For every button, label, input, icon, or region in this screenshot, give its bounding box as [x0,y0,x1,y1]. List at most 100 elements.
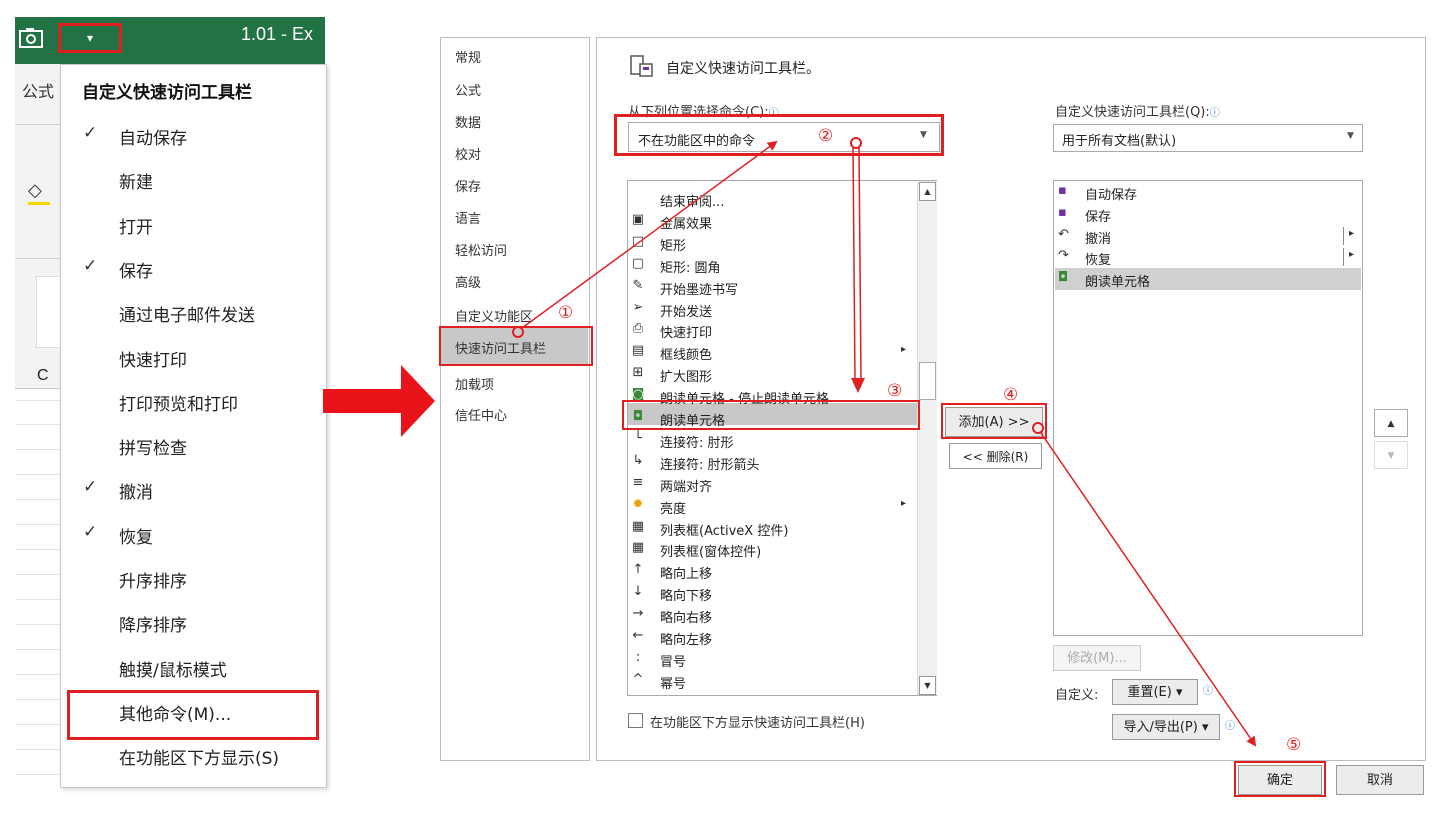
separator [1343,248,1344,267]
border-color-icon: ▤ [631,343,645,359]
submenu-arrow-icon[interactable]: ▸ [1349,228,1354,239]
command-list-item[interactable]: □ 矩形 [628,232,917,254]
command-list-item[interactable]: ^ 幂号 [628,670,917,692]
redo-icon: ↷ [1058,248,1069,264]
checkmark-icon: ✓ [83,521,98,542]
menu-item[interactable]: 打开 [61,202,323,246]
nav-item[interactable]: 自定义功能区 [455,306,533,325]
menu-item-label: 通过电子邮件发送 [119,306,255,327]
camera-icon[interactable] [18,26,44,50]
step-label-2: ② [818,126,834,146]
menu-item-label: 在功能区下方显示(S) [119,749,280,770]
checkmark-icon: ✓ [83,255,98,276]
command-list-item[interactable]: ⎙ 快速打印 [628,319,917,341]
commands-scrollbar[interactable] [917,181,937,695]
command-list-item[interactable]: ✎ 开始墨迹书写 [628,276,917,298]
command-list-item[interactable]: : 冒号 [628,648,917,670]
nav-item[interactable]: 常规 [455,47,481,66]
command-label: 列表框(ActiveX 控件) [660,523,789,539]
command-list-item[interactable]: 结束审阅... [628,188,917,210]
menu-item[interactable]: 升序排序 [61,556,323,600]
remove-button[interactable]: << 删除(R) [949,443,1042,469]
command-label: 开始发送 [660,304,713,320]
menu-item[interactable]: ✓ 保存 [61,246,323,290]
command-list-item[interactable]: └ 连接符: 肘形 [628,429,917,451]
nav-item[interactable]: 公式 [455,80,481,99]
nav-item[interactable]: 加载项 [455,374,494,393]
nav-item[interactable]: 轻松访问 [455,240,507,259]
command-list-item[interactable]: ↓ 略向下移 [628,582,917,604]
command-label: 连接符: 肘形 [660,435,734,451]
toolbar-list-item[interactable]: ↶ 撤消 ▸ [1055,225,1361,247]
command-list-item[interactable]: ⊞ 扩大图形 [628,363,917,385]
menu-item[interactable]: ✓ 撤消 [61,467,323,511]
colon-icon: : [635,649,641,665]
modify-button[interactable]: 修改(M)... [1053,645,1141,671]
command-list-item[interactable]: ▦ 列表框(ActiveX 控件) [628,517,917,539]
column-header-c[interactable]: C [37,367,49,385]
command-list-item[interactable]: ✹ 亮度 ▸ [628,495,917,517]
menu-item[interactable]: 触摸/鼠标模式 [61,645,323,689]
scroll-up-arrow-icon[interactable]: ▲ [919,182,936,201]
nav-item[interactable]: 数据 [455,112,481,131]
command-list-item[interactable]: ▤ 框线颜色 ▸ [628,341,917,363]
scroll-down-arrow-icon[interactable]: ▼ [919,676,936,695]
nav-item[interactable]: 校对 [455,144,481,163]
menu-item[interactable]: 降序排序 [61,600,323,644]
command-list-item[interactable]: ↳ 连接符: 肘形箭头 [628,451,917,473]
reset-dropdown-button[interactable]: 重置(E) ▾ [1112,679,1198,705]
elbow-arrow-connector-icon: ↳ [632,452,644,468]
info-icon[interactable]: ⓘ [1203,682,1213,697]
command-list-item[interactable]: ▦ 列表框(窗体控件) [628,538,917,560]
cancel-button[interactable]: 取消 [1336,765,1424,795]
menu-item-label: 打印预览和打印 [119,394,238,415]
ink-pen-icon: ✎ [632,277,644,293]
ribbon-divider [15,124,63,125]
toolbar-list-item[interactable]: ↷ 恢复 ▸ [1055,246,1361,268]
menu-item[interactable]: 拼写检查 [61,423,323,467]
command-list-item[interactable]: ▢ 矩形: 圆角 [628,254,917,276]
toolbar-list-item[interactable]: ▪ 自动保存 [1055,181,1361,203]
command-list-item[interactable]: ↑ 略向上移 [628,560,917,582]
menu-item-label: 快速打印 [119,350,187,371]
menu-item[interactable]: ✓ 恢复 [61,512,323,556]
customize-toolbar-value[interactable]: 用于所有文档(默认) [1062,130,1176,149]
command-list-item[interactable]: → 略向右移 [628,604,917,626]
command-label: 略向右移 [660,611,713,627]
command-list-item[interactable]: ← 略向左移 [628,626,917,648]
info-icon[interactable]: ⓘ [1225,717,1235,732]
import-export-dropdown-button[interactable]: 导入/导出(P) ▾ [1112,714,1220,740]
command-list-item[interactable]: ≡ 两端对齐 [628,473,917,495]
nudge-up-icon: ↑ [632,562,644,578]
submenu-arrow-icon[interactable]: ▸ [1349,249,1354,260]
chevron-down-icon[interactable]: ▼ [1347,131,1354,141]
scrollbar-thumb[interactable] [919,362,936,400]
toolbar-list-item[interactable]: ◘ 朗读单元格 [1055,268,1361,290]
menu-item-label: 拼写检查 [119,439,187,460]
menu-item[interactable]: 打印预览和打印 [61,379,323,423]
highlight-box-nav-qat [439,326,593,366]
qat-customize-dropdown-button[interactable]: ▾ [58,23,122,53]
show-below-ribbon-label[interactable]: 在功能区下方显示快速访问工具栏(H) [650,712,865,731]
nav-item[interactable]: 高级 [455,272,481,291]
menu-item[interactable]: 新建 [61,157,323,201]
info-icon[interactable]: ⓘ [1210,108,1220,119]
move-up-button[interactable]: ▲ [1374,409,1408,437]
quick-print-icon: ⎙ [632,321,644,337]
nav-item[interactable]: 保存 [455,176,481,195]
command-list-item[interactable]: ➢ 开始发送 [628,298,917,320]
menu-item[interactable]: 快速打印 [61,335,323,379]
menu-item[interactable]: ✓ 自动保存 [61,113,323,157]
show-below-ribbon-checkbox[interactable] [628,713,643,728]
nav-item[interactable]: 语言 [455,208,481,227]
toolbar-list-item[interactable]: ▪ 保存 [1055,203,1361,225]
move-down-button[interactable]: ▼ [1374,441,1408,469]
menu-item-label: 恢复 [119,527,153,548]
highlight-box-choose-commands [614,114,944,156]
ribbon-tab-formulas[interactable]: 公式 [22,78,54,102]
command-list-item[interactable]: ▣ 金属效果 [628,210,917,232]
menu-item[interactable]: 通过电子邮件发送 [61,290,323,334]
fill-color-icon[interactable]: ◇ [28,180,50,205]
nudge-down-icon: ↓ [632,584,644,600]
nav-item[interactable]: 信任中心 [455,405,507,424]
